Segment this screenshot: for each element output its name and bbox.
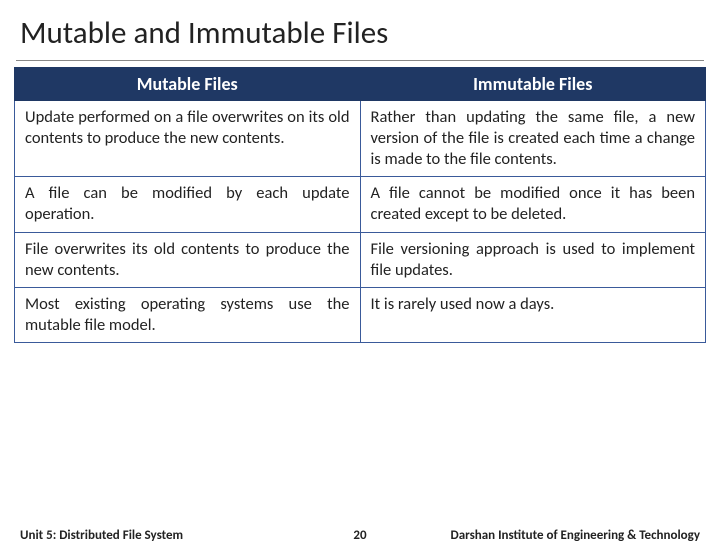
cell-immutable: A file cannot be modified once it has be…: [360, 177, 706, 232]
table-row: Most existing operating systems use the …: [15, 287, 706, 342]
table-header-row: Mutable Files Immutable Files: [15, 68, 706, 101]
cell-mutable: Most existing operating systems use the …: [15, 287, 361, 342]
header-mutable: Mutable Files: [15, 68, 361, 101]
slide-title: Mutable and Immutable Files: [0, 0, 720, 60]
cell-immutable: Rather than updating the same file, a ne…: [360, 101, 706, 177]
cell-immutable: It is rarely used now a days.: [360, 287, 706, 342]
footer-institution: Darshan Institute of Engineering & Techn…: [451, 528, 701, 543]
title-divider: [16, 60, 704, 61]
cell-mutable: A file can be modified by each update op…: [15, 177, 361, 232]
table-row: File overwrites its old contents to prod…: [15, 232, 706, 287]
comparison-table: Mutable Files Immutable Files Update per…: [14, 67, 706, 343]
table-row: Update performed on a file overwrites on…: [15, 101, 706, 177]
cell-immutable: File versioning approach is used to impl…: [360, 232, 706, 287]
table-row: A file can be modified by each update op…: [15, 177, 706, 232]
cell-mutable: File overwrites its old contents to prod…: [15, 232, 361, 287]
cell-mutable: Update performed on a file overwrites on…: [15, 101, 361, 177]
header-immutable: Immutable Files: [360, 68, 706, 101]
